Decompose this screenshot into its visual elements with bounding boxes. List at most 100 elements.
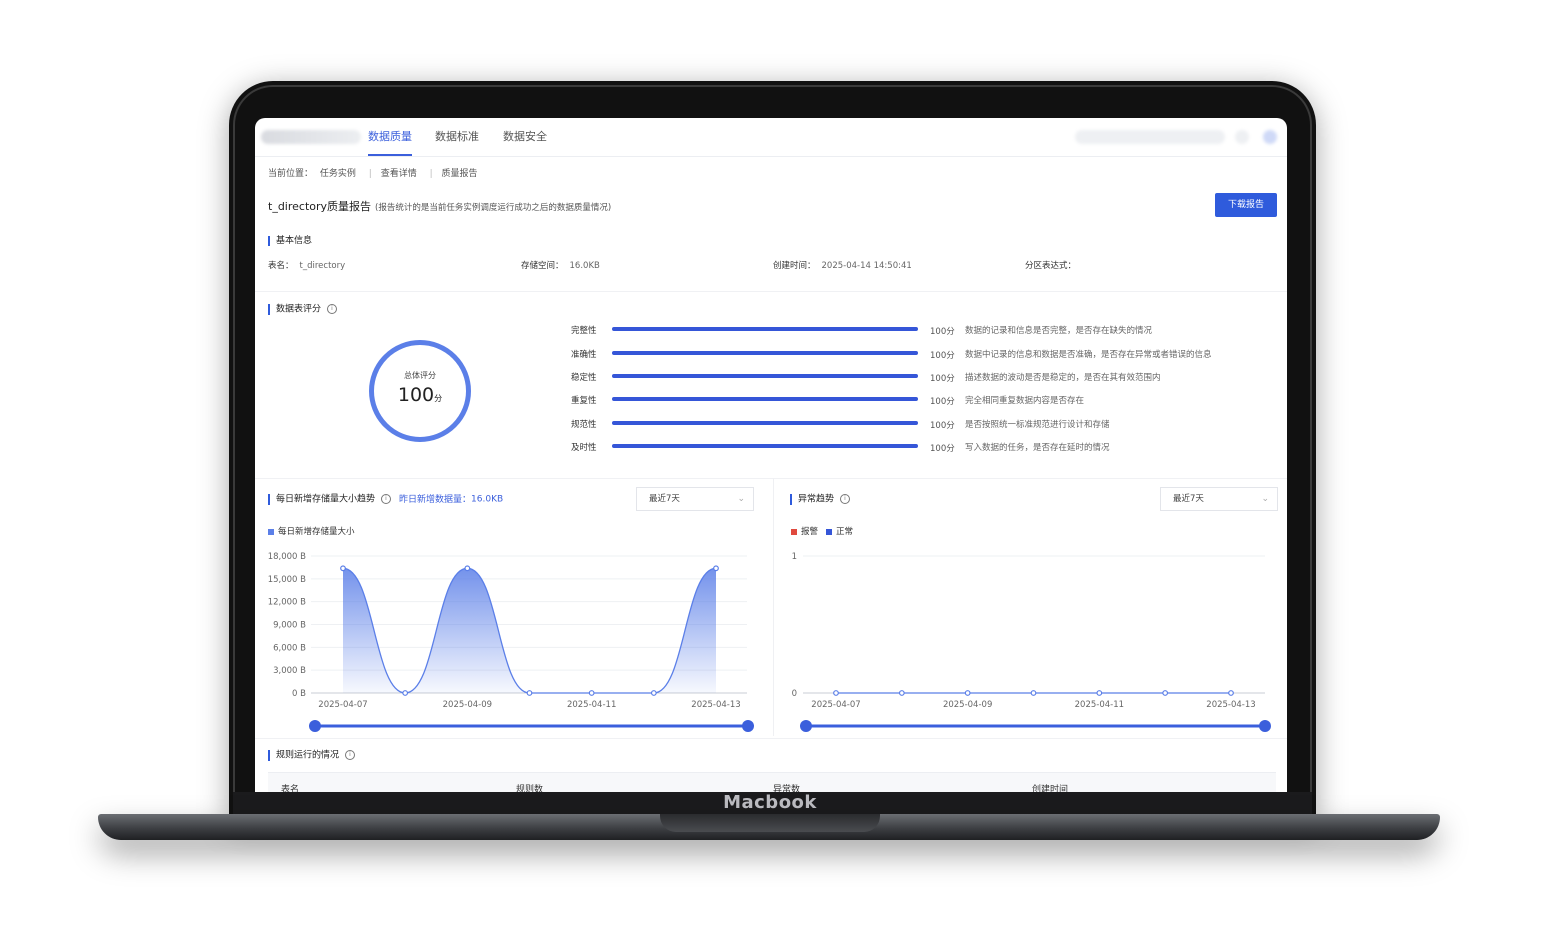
legend-label-normal: 正常 — [836, 527, 854, 537]
series-area — [343, 568, 716, 693]
x-tick-label: 2025-04-13 — [1206, 700, 1255, 710]
metric-score: 100分 — [930, 327, 955, 337]
tab-data-standard[interactable]: 数据标准 — [435, 118, 479, 156]
report-subtitle: (报告统计的是当前任务实例调度运行成功之后的数据质量情况) — [375, 203, 612, 213]
overall-score-value: 100分 — [374, 384, 466, 406]
data-point — [464, 565, 471, 572]
anomaly-title-text: 异常趋势 — [798, 494, 835, 505]
trend-legend[interactable]: 每日新增存储量大小 — [268, 525, 355, 537]
data-point — [964, 690, 971, 696]
metric-name: 完整性 — [571, 326, 597, 336]
chevron-down-icon: ⌄ — [1261, 494, 1269, 504]
y-tick-label: 6,000 B — [273, 643, 306, 653]
data-point — [1228, 690, 1234, 696]
rules-title-text: 规则运行的情况 — [276, 750, 340, 761]
overall-score-number: 100 — [397, 384, 435, 406]
trend-range-select[interactable]: 最近7天 ⌄ — [636, 487, 754, 511]
metric-name: 规范性 — [571, 420, 597, 430]
breadcrumb-item-task-instance[interactable]: 任务实例 — [320, 169, 356, 179]
metric-progress-bar — [612, 444, 918, 448]
data-point — [833, 690, 839, 696]
device-brand-label: Macbook — [723, 792, 817, 813]
section-title-storage-trend: 每日新增存储量大小趋势 i 昨日新增数据量：16.0KB — [268, 494, 503, 505]
metric-score: 100分 — [930, 351, 955, 361]
app-logo — [261, 130, 361, 144]
column-header-rule-count[interactable]: 规则数 — [516, 782, 543, 792]
metric-name: 稳定性 — [571, 373, 597, 383]
legend-swatch-normal — [826, 528, 833, 535]
breadcrumb-prefix: 当前位置： — [268, 169, 314, 179]
field-storage: 存储空间： 16.0KB — [521, 259, 600, 271]
zoom-slider-handle-end — [742, 720, 754, 732]
field-value: 2025-04-14 14:50:41 — [821, 261, 912, 271]
section-title-rules: 规则运行的情况 i — [268, 750, 356, 761]
column-header-created-time[interactable]: 创建时间 — [1032, 782, 1068, 792]
divider — [255, 738, 1287, 739]
breadcrumb: 当前位置： 任务实例 | 查看详情 | 质量报告 — [268, 166, 482, 179]
tab-data-quality[interactable]: 数据质量 — [368, 118, 412, 156]
data-point — [340, 565, 346, 572]
breadcrumb-item-details[interactable]: 查看详情 — [381, 169, 417, 179]
x-tick-label: 2025-04-09 — [943, 700, 992, 710]
metric-progress-bar — [612, 397, 918, 401]
tab-data-security[interactable]: 数据安全 — [503, 118, 547, 156]
legend-label-alarm: 报警 — [801, 527, 819, 537]
workspace-selector[interactable] — [1075, 130, 1225, 144]
x-tick-label: 2025-04-07 — [811, 700, 860, 710]
data-point — [526, 690, 533, 696]
download-report-button[interactable]: 下载报告 — [1215, 193, 1277, 217]
metric-progress-bar — [612, 421, 918, 425]
report-title: t_directory质量报告 — [268, 200, 372, 213]
metric-progress-bar — [612, 351, 918, 355]
metric-description: 数据中记录的信息和数据是否准确，是否存在异常或者错误的信息 — [965, 350, 1212, 360]
zoom-slider-handle-start — [800, 720, 812, 732]
anomaly-range-value: 最近7天 — [1173, 494, 1204, 504]
anomaly-legend[interactable]: 报警 正常 — [791, 525, 853, 537]
info-icon[interactable]: i — [345, 750, 356, 760]
info-icon[interactable]: i — [840, 494, 851, 504]
metric-name: 准确性 — [571, 350, 597, 360]
legend-swatch — [268, 528, 274, 535]
data-point — [402, 690, 409, 696]
laptop-base-notch — [660, 814, 880, 832]
page-title: t_directory质量报告 (报告统计的是当前任务实例调度运行成功之后的数据质… — [268, 198, 611, 214]
info-icon[interactable]: i — [327, 304, 338, 314]
chevron-down-icon: ⌄ — [737, 494, 745, 504]
y-tick-label: 0 B — [292, 689, 306, 699]
x-tick-label: 2025-04-11 — [1075, 700, 1124, 710]
user-avatar[interactable] — [1263, 130, 1277, 144]
yesterday-added-label: 昨日新增数据量： — [399, 494, 472, 505]
breadcrumb-separator: | — [368, 169, 372, 179]
x-tick-label: 2025-04-13 — [691, 700, 740, 710]
data-point — [1162, 690, 1169, 696]
section-title-score: 数据表评分 i — [268, 304, 338, 315]
divider — [255, 478, 1287, 479]
y-tick-label: 0 — [792, 689, 797, 699]
breadcrumb-separator: | — [429, 169, 433, 179]
y-tick-label: 15,000 B — [268, 575, 306, 585]
x-tick-label: 2025-04-11 — [567, 700, 616, 710]
charts-layer: 18,000 B 15,000 B 12,000 B 9,000 B 6,000 B 3,… — [268, 552, 1271, 732]
metric-name: 重复性 — [571, 396, 597, 406]
info-icon[interactable]: i — [381, 494, 392, 504]
metric-description: 数据的记录和信息是否完整，是否存在缺失的情况 — [965, 326, 1153, 336]
column-header-anomaly-count[interactable]: 异常数 — [773, 782, 800, 792]
metric-name: 及时性 — [571, 443, 597, 453]
field-label: 表名： — [268, 261, 294, 271]
zoom-slider-handle-end — [1259, 720, 1271, 732]
y-tick-label: 12,000 B — [268, 598, 306, 608]
notification-icon[interactable] — [1235, 130, 1249, 144]
metric-description: 是否按照统一标准规范进行设计和存储 — [965, 420, 1110, 430]
trend-title-text: 每日新增存储量大小趋势 — [276, 494, 376, 505]
data-point — [713, 565, 719, 572]
column-header-table-name[interactable]: 表名 — [281, 782, 299, 792]
field-label: 分区表达式： — [1025, 261, 1077, 271]
metric-progress-bar — [612, 374, 918, 378]
data-point — [1030, 690, 1037, 696]
field-partition-expression: 分区表达式： — [1025, 259, 1082, 271]
anomaly-range-select[interactable]: 最近7天 ⌄ — [1160, 487, 1278, 511]
overall-score-label: 总体评分 — [404, 371, 436, 380]
section-title-basic-info: 基本信息 — [268, 236, 312, 246]
field-created-time: 创建时间： 2025-04-14 14:50:41 — [773, 259, 912, 271]
y-tick-label: 9,000 B — [273, 621, 306, 631]
